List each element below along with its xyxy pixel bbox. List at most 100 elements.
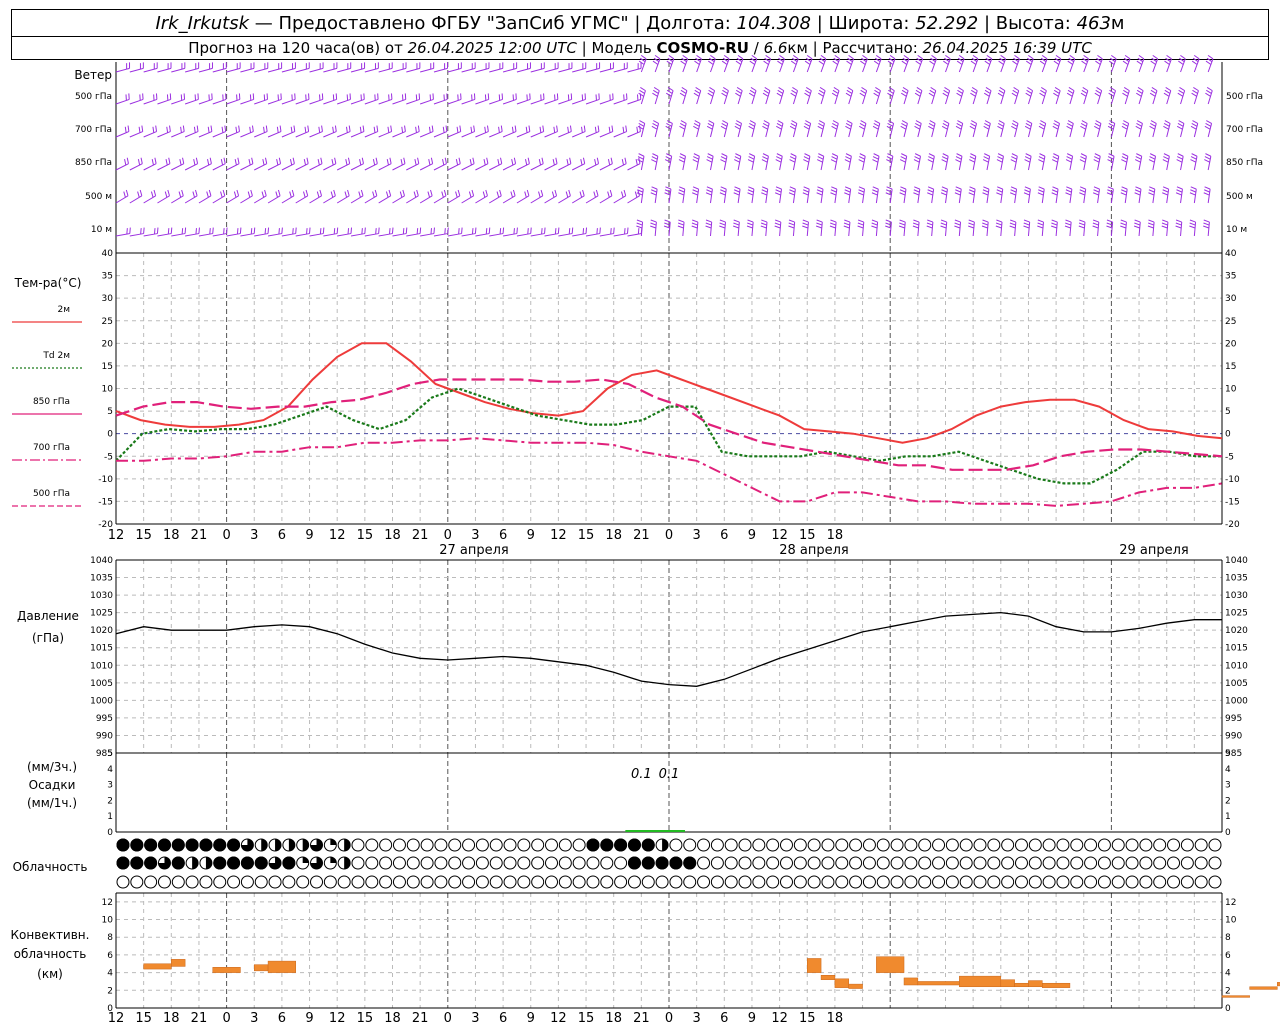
- wind-barb-flag: [151, 159, 154, 166]
- wind-barb-flag: [180, 126, 182, 133]
- hour-label: 9: [527, 528, 535, 543]
- wind-barb: [475, 131, 489, 138]
- wind-barb-flag: [1038, 186, 1045, 190]
- hour-label: 12: [329, 528, 346, 543]
- cloud-symbol: [448, 856, 462, 870]
- wind-barb-flag: [872, 189, 879, 193]
- wind-barb-flag: [931, 54, 937, 60]
- wind-barb-flag: [872, 156, 879, 160]
- wind-barb-flag: [1038, 189, 1045, 193]
- wind-barb-flag: [1010, 159, 1017, 163]
- wind-barb-flag: [832, 89, 839, 94]
- wind-barb-flag: [871, 225, 878, 229]
- wind-barb-flag: [926, 222, 933, 226]
- legend-label: 850 гПа: [33, 397, 70, 407]
- wind-barb-flag: [679, 122, 686, 127]
- wind-barb-flag: [956, 122, 963, 127]
- wind-barb-flag: [693, 125, 699, 130]
- cloud-symbol-fill: [614, 838, 628, 852]
- wind-barb-flag: [639, 120, 645, 124]
- wind-barb-flag: [746, 225, 753, 229]
- wind-barb-flag: [734, 159, 740, 163]
- wind-barb-flag: [251, 125, 254, 132]
- wind-barb-flag: [1163, 92, 1170, 97]
- cloud-symbol: [876, 856, 890, 870]
- wind-barb-flag: [913, 159, 920, 163]
- wind-barb-flag: [526, 189, 530, 196]
- wind-barb: [502, 195, 516, 204]
- wind-barb-flag: [568, 228, 571, 235]
- wind-barb-flag: [857, 222, 864, 226]
- wind-barb: [392, 98, 406, 105]
- wind-barb-flag: [390, 125, 393, 132]
- wind-barb-flag: [830, 192, 837, 196]
- wind-barb-flag: [665, 186, 672, 190]
- wind-barb: [516, 195, 530, 204]
- wind-barb-flag: [722, 89, 728, 94]
- wind-barb-flag: [943, 89, 949, 94]
- wind-barb-flag: [721, 153, 728, 157]
- cloud-symbol: [655, 875, 669, 889]
- wind-barb-flag: [679, 125, 686, 130]
- wind-barb-flag: [875, 54, 882, 60]
- wind-barb-flag: [997, 156, 1004, 160]
- cloud-symbol: [904, 875, 918, 889]
- wind-barb-flag: [1134, 159, 1141, 163]
- wind-barb-flag: [789, 156, 796, 160]
- wind-barb: [295, 163, 309, 171]
- wind-barb-flag: [206, 191, 209, 198]
- cloud-symbol: [310, 875, 324, 889]
- wind-barb-flag: [640, 87, 646, 92]
- cloud-symbol: [904, 838, 918, 852]
- wind-barb: [447, 233, 462, 237]
- wind-barb-flag: [1009, 225, 1016, 229]
- hour-label: 0: [222, 528, 230, 543]
- cloud-symbol-fill: [288, 839, 295, 851]
- wind-barb-flag: [1180, 54, 1186, 60]
- wind-barb-flag: [969, 186, 976, 190]
- hour-label: 21: [412, 528, 429, 543]
- wind-barb-flag: [140, 157, 143, 164]
- wind-barb: [240, 131, 254, 138]
- wind-barb: [1138, 222, 1141, 237]
- wind-barb: [406, 163, 420, 171]
- temp-tick-label: 5: [1225, 407, 1231, 417]
- wind-barb-flag: [747, 222, 754, 226]
- wind-barb: [585, 67, 600, 73]
- wind-barb-flag: [1152, 54, 1158, 60]
- wind-barb-flag: [458, 157, 461, 164]
- hour-label: 15: [357, 1011, 374, 1024]
- wind-barb-flag: [511, 159, 514, 166]
- cloud-symbol-fill: [116, 838, 130, 852]
- wind-barb-flag: [347, 189, 350, 196]
- wind-barb-flag: [169, 125, 171, 132]
- cloud-symbol: [1084, 875, 1098, 889]
- wind-barb-flag: [1081, 60, 1087, 65]
- wind-barb-flag: [734, 156, 741, 160]
- date-label: 29 апреля: [1119, 543, 1189, 558]
- wind-barb-flag: [372, 159, 376, 166]
- wind-barb: [184, 98, 199, 105]
- pressure-tick-label: 1035: [90, 574, 113, 584]
- wind-barb-flag: [1009, 222, 1016, 226]
- wind-barb-flag: [538, 159, 542, 166]
- wind-barb: [447, 67, 462, 73]
- hour-label: 0: [665, 1011, 673, 1024]
- wind-barb: [198, 195, 212, 204]
- cloud-symbol: [752, 838, 766, 852]
- wind-barb-flag: [955, 186, 962, 190]
- wind-barb: [1124, 222, 1127, 237]
- wind-barb: [585, 195, 599, 204]
- wind-barb: [516, 98, 531, 105]
- wind-level-label: 700 гПа: [1226, 125, 1263, 135]
- wind-barb: [392, 233, 407, 237]
- wind-barb-flag: [1010, 189, 1017, 193]
- wind-barb: [572, 131, 586, 138]
- wind-barb-flag: [637, 159, 644, 163]
- wind-barb-flag: [1052, 156, 1059, 160]
- wind-barb-flag: [469, 159, 472, 166]
- wind-barb-flag: [1012, 89, 1019, 94]
- wind-barb-flag: [636, 222, 643, 226]
- cloud-symbol: [462, 856, 476, 870]
- wind-barb: [585, 163, 599, 171]
